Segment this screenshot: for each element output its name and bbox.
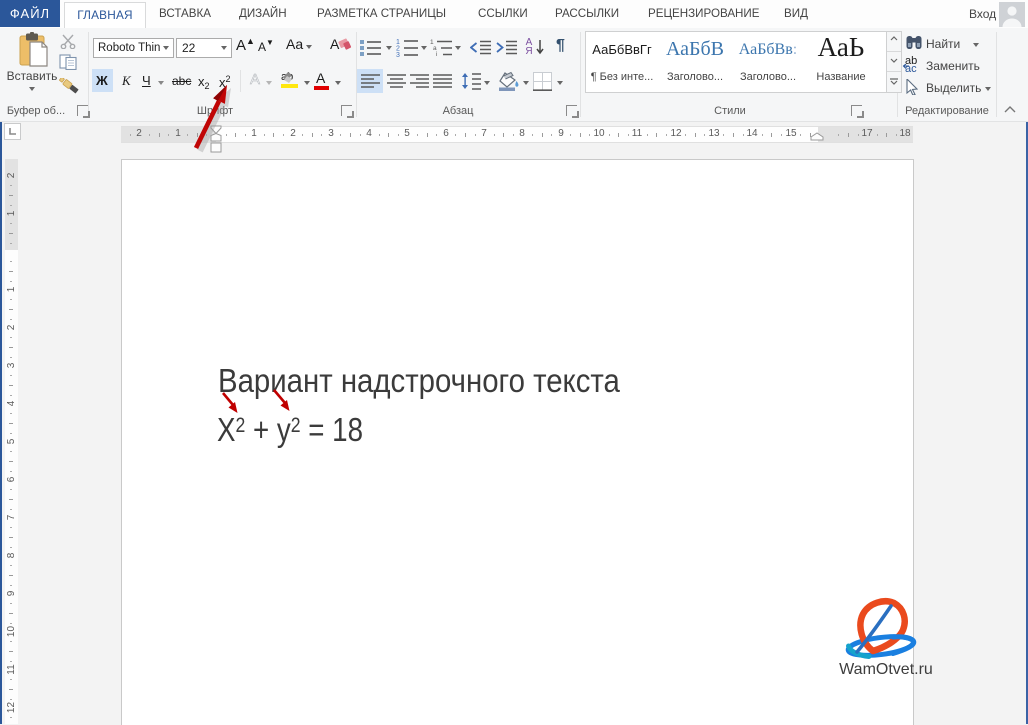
svg-text:3: 3 xyxy=(396,52,400,57)
svg-text:i: i xyxy=(436,51,437,56)
